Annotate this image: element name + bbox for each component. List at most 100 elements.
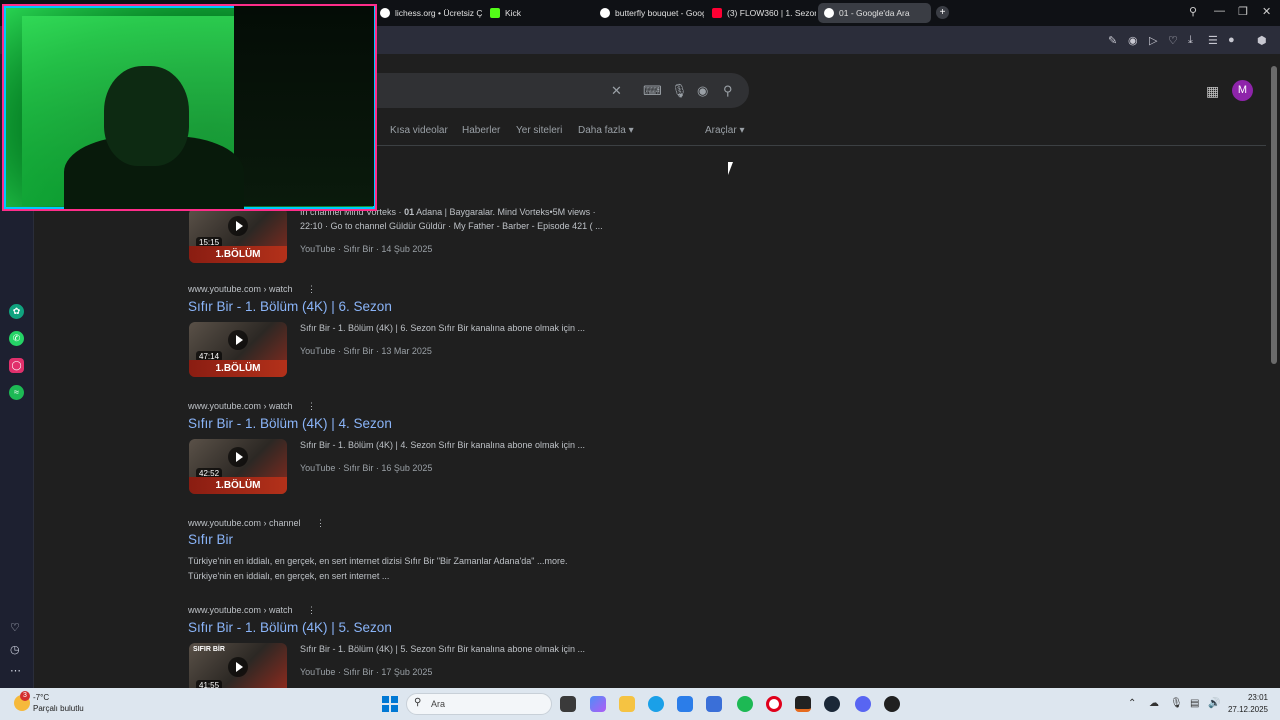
copilot-icon[interactable] — [590, 696, 606, 712]
network-icon[interactable]: ▤ — [1190, 698, 1199, 709]
video-thumbnail[interactable]: 42:52 1.BÖLÜM — [189, 439, 287, 494]
tab-web[interactable]: Yer siteleri — [516, 125, 562, 136]
thumbnail-banner: 1.BÖLÜM — [189, 360, 287, 377]
scrollbar-thumb[interactable] — [1271, 66, 1277, 364]
lens-icon[interactable]: ◉ — [697, 83, 708, 99]
result-url[interactable]: www.youtube.com › channel — [188, 518, 301, 528]
result-meta: YouTube · Sıfır Bir · 17 Şub 2025 — [300, 667, 433, 677]
video-thumbnail[interactable]: 41:55 SIFIR BİR — [189, 643, 287, 688]
search-input[interactable] — [376, 73, 749, 108]
file-explorer-icon[interactable] — [619, 696, 635, 712]
mouse-cursor — [728, 162, 738, 175]
more-options-icon[interactable]: ⋮ — [307, 605, 316, 616]
streamer-head — [104, 66, 189, 166]
start-button[interactable] — [382, 696, 398, 712]
instagram-icon[interactable]: ◯ — [9, 358, 24, 373]
thumbnail-banner: 1.BÖLÜM — [189, 246, 287, 263]
tab-short-videos[interactable]: Kısa videolar — [390, 125, 448, 136]
taskbar-search-input[interactable] — [406, 693, 552, 715]
task-view-icon[interactable] — [560, 696, 576, 712]
profile-icon[interactable]: ● — [1228, 34, 1235, 46]
restore-icon[interactable]: ❐ — [1238, 5, 1248, 18]
result-title-link[interactable]: Sıfır Bir — [188, 532, 233, 547]
weather-description[interactable]: Parçalı bulutlu — [33, 704, 84, 713]
result-url[interactable]: www.youtube.com › watch — [188, 284, 293, 294]
tab-label: Kick — [505, 8, 522, 18]
new-tab-button[interactable]: + — [936, 6, 949, 19]
volume-icon[interactable]: 🔊 — [1208, 698, 1220, 709]
lichess-icon — [380, 8, 390, 18]
tab-news[interactable]: Haberler — [462, 125, 500, 136]
play-icon[interactable]: ▷ — [1149, 34, 1157, 47]
steam-icon[interactable] — [824, 696, 840, 712]
tab-lichess[interactable]: lichess.org • Ücretsiz Çevrim — [374, 3, 482, 23]
video-duration: 41:55 — [196, 680, 223, 688]
clear-search-icon[interactable]: ✕ — [611, 83, 622, 99]
camera-icon[interactable]: ◉ — [1128, 34, 1138, 47]
kick-icon — [490, 8, 500, 18]
spotify-icon[interactable]: ≈ — [9, 385, 24, 400]
store-icon[interactable] — [677, 696, 693, 712]
tray-expand-icon[interactable]: ⌃ — [1128, 698, 1136, 709]
google-icon — [600, 8, 610, 18]
outlook-icon[interactable] — [706, 696, 722, 712]
search-icon: ⚲ — [414, 697, 422, 708]
tab-flow360[interactable]: (3) FLOW360 | 1. Sezon 4. — [706, 3, 816, 23]
app-icon[interactable] — [795, 696, 811, 712]
result-description: Türkiye'nin en iddialı, en gerçek, en se… — [188, 556, 568, 566]
heart-icon[interactable]: ♡ — [10, 621, 20, 634]
weather-temperature[interactable]: -7°C — [33, 693, 49, 702]
more-options-icon[interactable]: ⋮ — [316, 518, 325, 529]
tab-butterfly-bouquet[interactable]: butterfly bouquet - Google — [594, 3, 704, 23]
result-title-link[interactable]: Sıfır Bir - 1. Bölüm (4K) | 5. Sezon — [188, 620, 392, 635]
result-meta: YouTube · Sıfır Bir · 13 Mar 2025 — [300, 346, 432, 356]
close-window-icon[interactable]: ✕ — [1262, 5, 1271, 18]
minimize-icon[interactable]: — — [1214, 5, 1225, 17]
result-title-link[interactable]: Sıfır Bir - 1. Bölüm (4K) | 6. Sezon — [188, 299, 392, 314]
result-snippet: Sıfır Bir - 1. Bölüm (4K) | 6. Sezon Sıf… — [300, 323, 585, 333]
result-snippet: Sıfır Bir - 1. Bölüm (4K) | 5. Sezon Sıf… — [300, 644, 585, 654]
search-icon[interactable]: ⚲ — [723, 83, 733, 99]
opera-icon[interactable] — [766, 696, 782, 712]
search-tabs-icon[interactable]: ⚲ — [1189, 5, 1197, 18]
edge-icon[interactable] — [648, 696, 664, 712]
clock-time[interactable]: 23:01 — [1234, 693, 1268, 702]
microphone-icon[interactable]: 🎙 — [1170, 698, 1183, 709]
clock-date[interactable]: 27.12.2025 — [1224, 705, 1268, 714]
chatgpt-icon[interactable]: ✿ — [9, 304, 24, 319]
thumbnail-banner: SIFIR BİR — [193, 646, 225, 653]
result-url[interactable]: www.youtube.com › watch — [188, 401, 293, 411]
play-icon — [228, 657, 248, 677]
result-snippet: 22:10 · Go to channel Güldür Güldür · My… — [300, 221, 603, 231]
history-icon[interactable]: ◷ — [10, 643, 20, 656]
play-icon — [228, 447, 248, 467]
more-icon[interactable]: ⋯ — [10, 664, 21, 677]
github-icon[interactable] — [884, 696, 900, 712]
tab-more[interactable]: Daha fazla ▾ — [578, 125, 634, 136]
tab-google-search[interactable]: 01 - Google'da Ara — [818, 3, 931, 23]
voice-search-icon[interactable]: 🎙 — [671, 83, 688, 99]
more-options-icon[interactable]: ⋮ — [307, 401, 316, 412]
heart-icon[interactable]: ♡ — [1168, 34, 1178, 47]
result-title-link[interactable]: Sıfır Bir - 1. Bölüm (4K) | 4. Sezon — [188, 416, 392, 431]
spotify-icon[interactable] — [737, 696, 753, 712]
tray-app-icon[interactable]: ☁ — [1149, 698, 1159, 709]
google-apps-icon[interactable]: ▦ — [1206, 83, 1219, 100]
keyboard-icon[interactable]: ⌨ — [643, 83, 662, 99]
edit-icon[interactable]: ✎ — [1108, 34, 1117, 47]
avatar[interactable]: M — [1232, 80, 1253, 101]
whatsapp-icon[interactable]: ✆ — [9, 331, 24, 346]
video-thumbnail[interactable]: 47:14 1.BÖLÜM — [189, 322, 287, 377]
extensions-icon[interactable]: ⬢ — [1257, 34, 1267, 47]
result-url[interactable]: www.youtube.com › watch — [188, 605, 293, 615]
more-options-icon[interactable]: ⋮ — [307, 284, 316, 295]
tab-kick[interactable]: Kick — [484, 3, 584, 23]
discord-icon[interactable] — [855, 696, 871, 712]
tools-button[interactable]: Araçlar ▾ — [705, 125, 744, 136]
download-icon[interactable]: ⤓ — [1188, 34, 1193, 47]
result-description: Türkiye'nin en iddialı, en gerçek, en se… — [188, 571, 390, 581]
tabs-divider — [376, 145, 1266, 146]
video-thumbnail[interactable]: 15:15 1.BÖLÜM — [189, 208, 287, 263]
youtube-icon — [712, 8, 722, 18]
menu-icon[interactable]: ☰ — [1208, 34, 1218, 47]
